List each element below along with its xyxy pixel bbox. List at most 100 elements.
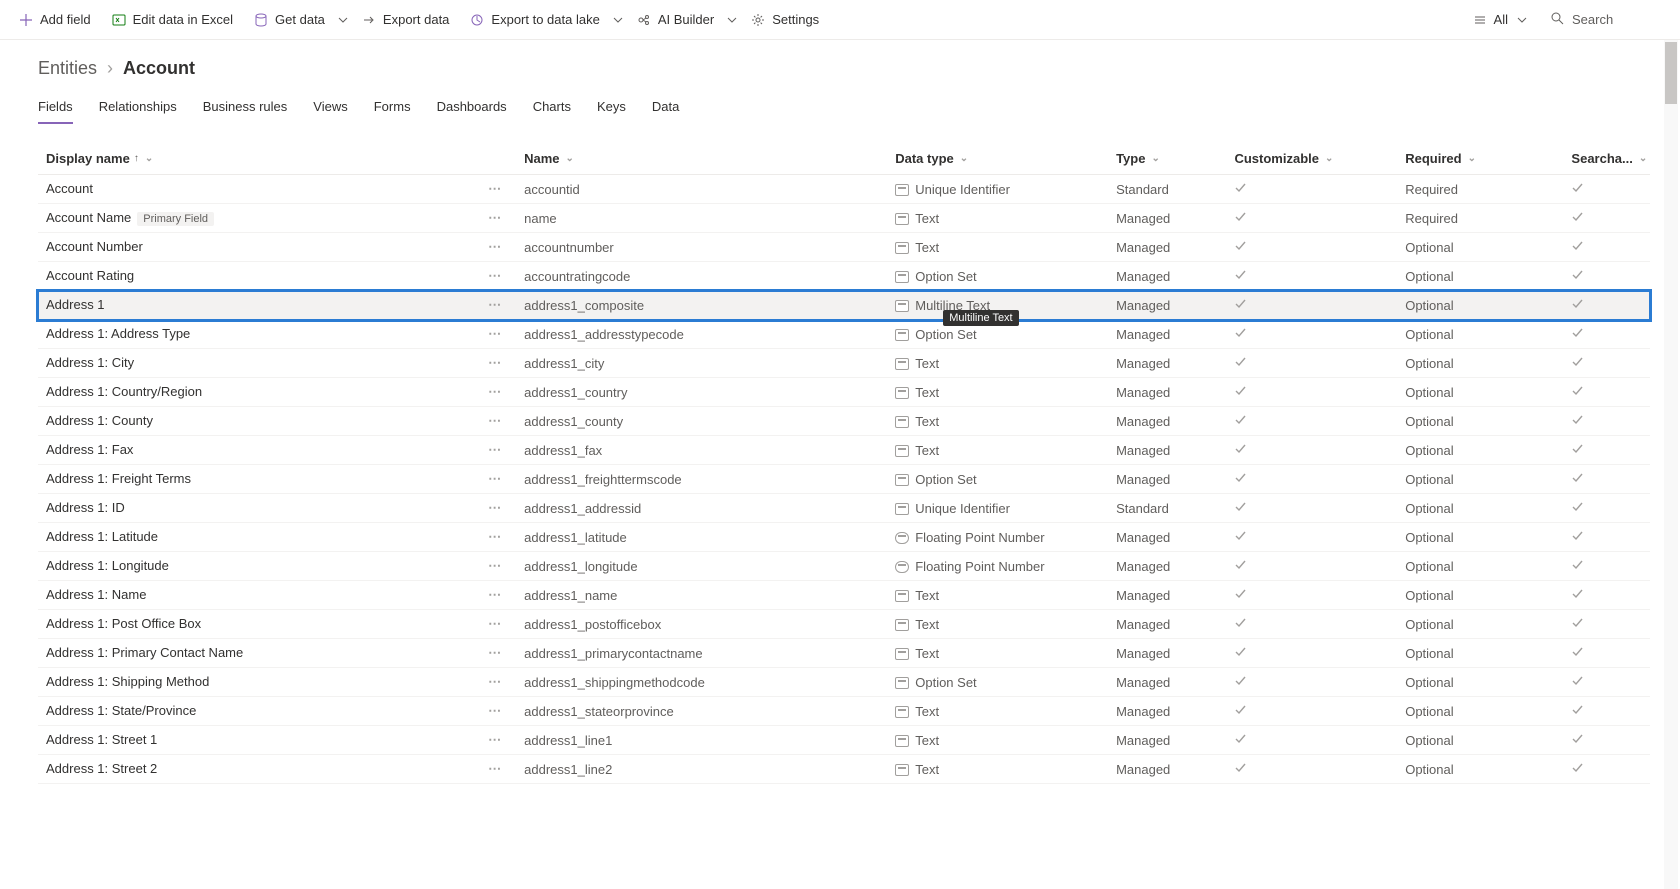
col-searchable[interactable]: Searcha...⌄ [1563, 143, 1650, 175]
tab-business-rules[interactable]: Business rules [203, 93, 288, 124]
cell-required: Optional [1397, 262, 1563, 291]
cell-data-type: Text [887, 407, 1108, 436]
cell-searchable [1563, 262, 1650, 291]
row-more-icon[interactable]: ⋯ [488, 558, 508, 574]
row-more-icon[interactable]: ⋯ [488, 732, 508, 748]
row-more-icon[interactable]: ⋯ [488, 384, 508, 400]
cell-required: Optional [1397, 291, 1563, 320]
get-data-label: Get data [275, 12, 325, 27]
table-row[interactable]: Address 1: Street 1⋯address1_line1TextMa… [38, 726, 1650, 755]
table-row[interactable]: Address 1: City⋯address1_cityTextManaged… [38, 349, 1650, 378]
col-required[interactable]: Required⌄ [1397, 143, 1563, 175]
row-more-icon[interactable]: ⋯ [488, 500, 508, 516]
cell-searchable [1563, 726, 1650, 755]
table-row[interactable]: Address 1: County⋯address1_countyTextMan… [38, 407, 1650, 436]
table-row[interactable]: Address 1: State/Province⋯address1_state… [38, 697, 1650, 726]
scrollbar-thumb[interactable] [1665, 42, 1677, 104]
table-row[interactable]: Address 1: Latitude⋯address1_latitudeFlo… [38, 523, 1650, 552]
add-field-button[interactable]: Add field [8, 0, 101, 39]
table-row[interactable]: Account⋯accountidUnique IdentifierStanda… [38, 175, 1650, 204]
row-more-icon[interactable]: ⋯ [488, 297, 508, 313]
datatype-icon [895, 445, 909, 457]
row-more-icon[interactable]: ⋯ [488, 471, 508, 487]
cell-name: address1_addresstypecode [516, 320, 887, 349]
row-more-icon[interactable]: ⋯ [488, 616, 508, 632]
table-row[interactable]: Address 1⋯address1_compositeMultiline Te… [38, 291, 1650, 320]
cell-display-name: Address 1: State/Province⋯ [38, 697, 516, 726]
scrollbar-track[interactable] [1664, 40, 1678, 889]
table-row[interactable]: Account NamePrimary Field⋯nameTextManage… [38, 204, 1650, 233]
get-data-chevron-icon[interactable] [335, 12, 351, 28]
col-type[interactable]: Type⌄ [1108, 143, 1226, 175]
tab-fields[interactable]: Fields [38, 93, 73, 124]
table-row[interactable]: Address 1: Longitude⋯address1_longitudeF… [38, 552, 1650, 581]
tab-views[interactable]: Views [313, 93, 347, 124]
check-icon [1234, 240, 1247, 255]
row-more-icon[interactable]: ⋯ [488, 210, 508, 226]
table-row[interactable]: Address 1: Country/Region⋯address1_count… [38, 378, 1650, 407]
check-icon [1571, 617, 1584, 632]
row-more-icon[interactable]: ⋯ [488, 413, 508, 429]
row-more-icon[interactable]: ⋯ [488, 761, 508, 777]
datatype-icon [895, 735, 909, 747]
tab-data[interactable]: Data [652, 93, 679, 124]
check-icon [1571, 327, 1584, 342]
ai-builder-button[interactable]: AI Builder [626, 0, 724, 39]
col-display-name[interactable]: Display name↑⌄ [38, 143, 516, 175]
cell-required: Optional [1397, 407, 1563, 436]
row-more-icon[interactable]: ⋯ [488, 268, 508, 284]
col-name[interactable]: Name⌄ [516, 143, 887, 175]
tab-relationships[interactable]: Relationships [99, 93, 177, 124]
table-row[interactable]: Address 1: Shipping Method⋯address1_ship… [38, 668, 1650, 697]
row-more-icon[interactable]: ⋯ [488, 703, 508, 719]
check-icon [1234, 501, 1247, 516]
table-row[interactable]: Account Rating⋯accountratingcodeOption S… [38, 262, 1650, 291]
table-row[interactable]: Address 1: Post Office Box⋯address1_post… [38, 610, 1650, 639]
tab-dashboards[interactable]: Dashboards [437, 93, 507, 124]
row-more-icon[interactable]: ⋯ [488, 442, 508, 458]
cell-searchable [1563, 320, 1650, 349]
row-more-icon[interactable]: ⋯ [488, 645, 508, 661]
cell-customizable [1226, 610, 1397, 639]
col-data-type[interactable]: Data type⌄ [887, 143, 1108, 175]
export-lake-button[interactable]: Export to data lake [459, 0, 609, 39]
table-row[interactable]: Address 1: Address Type⋯address1_address… [38, 320, 1650, 349]
table-row[interactable]: Address 1: Freight Terms⋯address1_freigh… [38, 465, 1650, 494]
search-input[interactable]: Search [1540, 0, 1672, 39]
row-more-icon[interactable]: ⋯ [488, 239, 508, 255]
table-row[interactable]: Address 1: Street 2⋯address1_line2TextMa… [38, 755, 1650, 784]
table-row[interactable]: Address 1: Fax⋯address1_faxTextManagedOp… [38, 436, 1650, 465]
breadcrumb-parent[interactable]: Entities [38, 58, 97, 79]
cell-required: Optional [1397, 581, 1563, 610]
datatype-icon [895, 213, 909, 225]
tab-charts[interactable]: Charts [533, 93, 571, 124]
cell-type: Managed [1108, 291, 1226, 320]
tab-forms[interactable]: Forms [374, 93, 411, 124]
edit-excel-button[interactable]: Edit data in Excel [101, 0, 243, 39]
check-icon [1234, 588, 1247, 603]
table-row[interactable]: Address 1: ID⋯address1_addressidUnique I… [38, 494, 1650, 523]
row-more-icon[interactable]: ⋯ [488, 587, 508, 603]
table-row[interactable]: Account Number⋯accountnumberTextManagedO… [38, 233, 1650, 262]
row-more-icon[interactable]: ⋯ [488, 529, 508, 545]
get-data-button[interactable]: Get data [243, 0, 335, 39]
row-more-icon[interactable]: ⋯ [488, 326, 508, 342]
col-customizable[interactable]: Customizable⌄ [1226, 143, 1397, 175]
row-more-icon[interactable]: ⋯ [488, 181, 508, 197]
table-row[interactable]: Address 1: Primary Contact Name⋯address1… [38, 639, 1650, 668]
tab-keys[interactable]: Keys [597, 93, 626, 124]
datatype-icon [895, 300, 909, 312]
cell-customizable [1226, 436, 1397, 465]
cell-data-type: Unique Identifier [887, 494, 1108, 523]
export-lake-chevron-icon[interactable] [610, 12, 626, 28]
cell-searchable [1563, 494, 1650, 523]
table-row[interactable]: Address 1: Name⋯address1_nameTextManaged… [38, 581, 1650, 610]
view-filter-button[interactable]: All [1462, 0, 1540, 39]
datatype-icon [895, 706, 909, 718]
settings-button[interactable]: Settings [740, 0, 829, 39]
breadcrumb: Entities › Account [0, 40, 1680, 83]
row-more-icon[interactable]: ⋯ [488, 355, 508, 371]
ai-builder-chevron-icon[interactable] [724, 12, 740, 28]
row-more-icon[interactable]: ⋯ [488, 674, 508, 690]
export-data-button[interactable]: Export data [351, 0, 460, 39]
